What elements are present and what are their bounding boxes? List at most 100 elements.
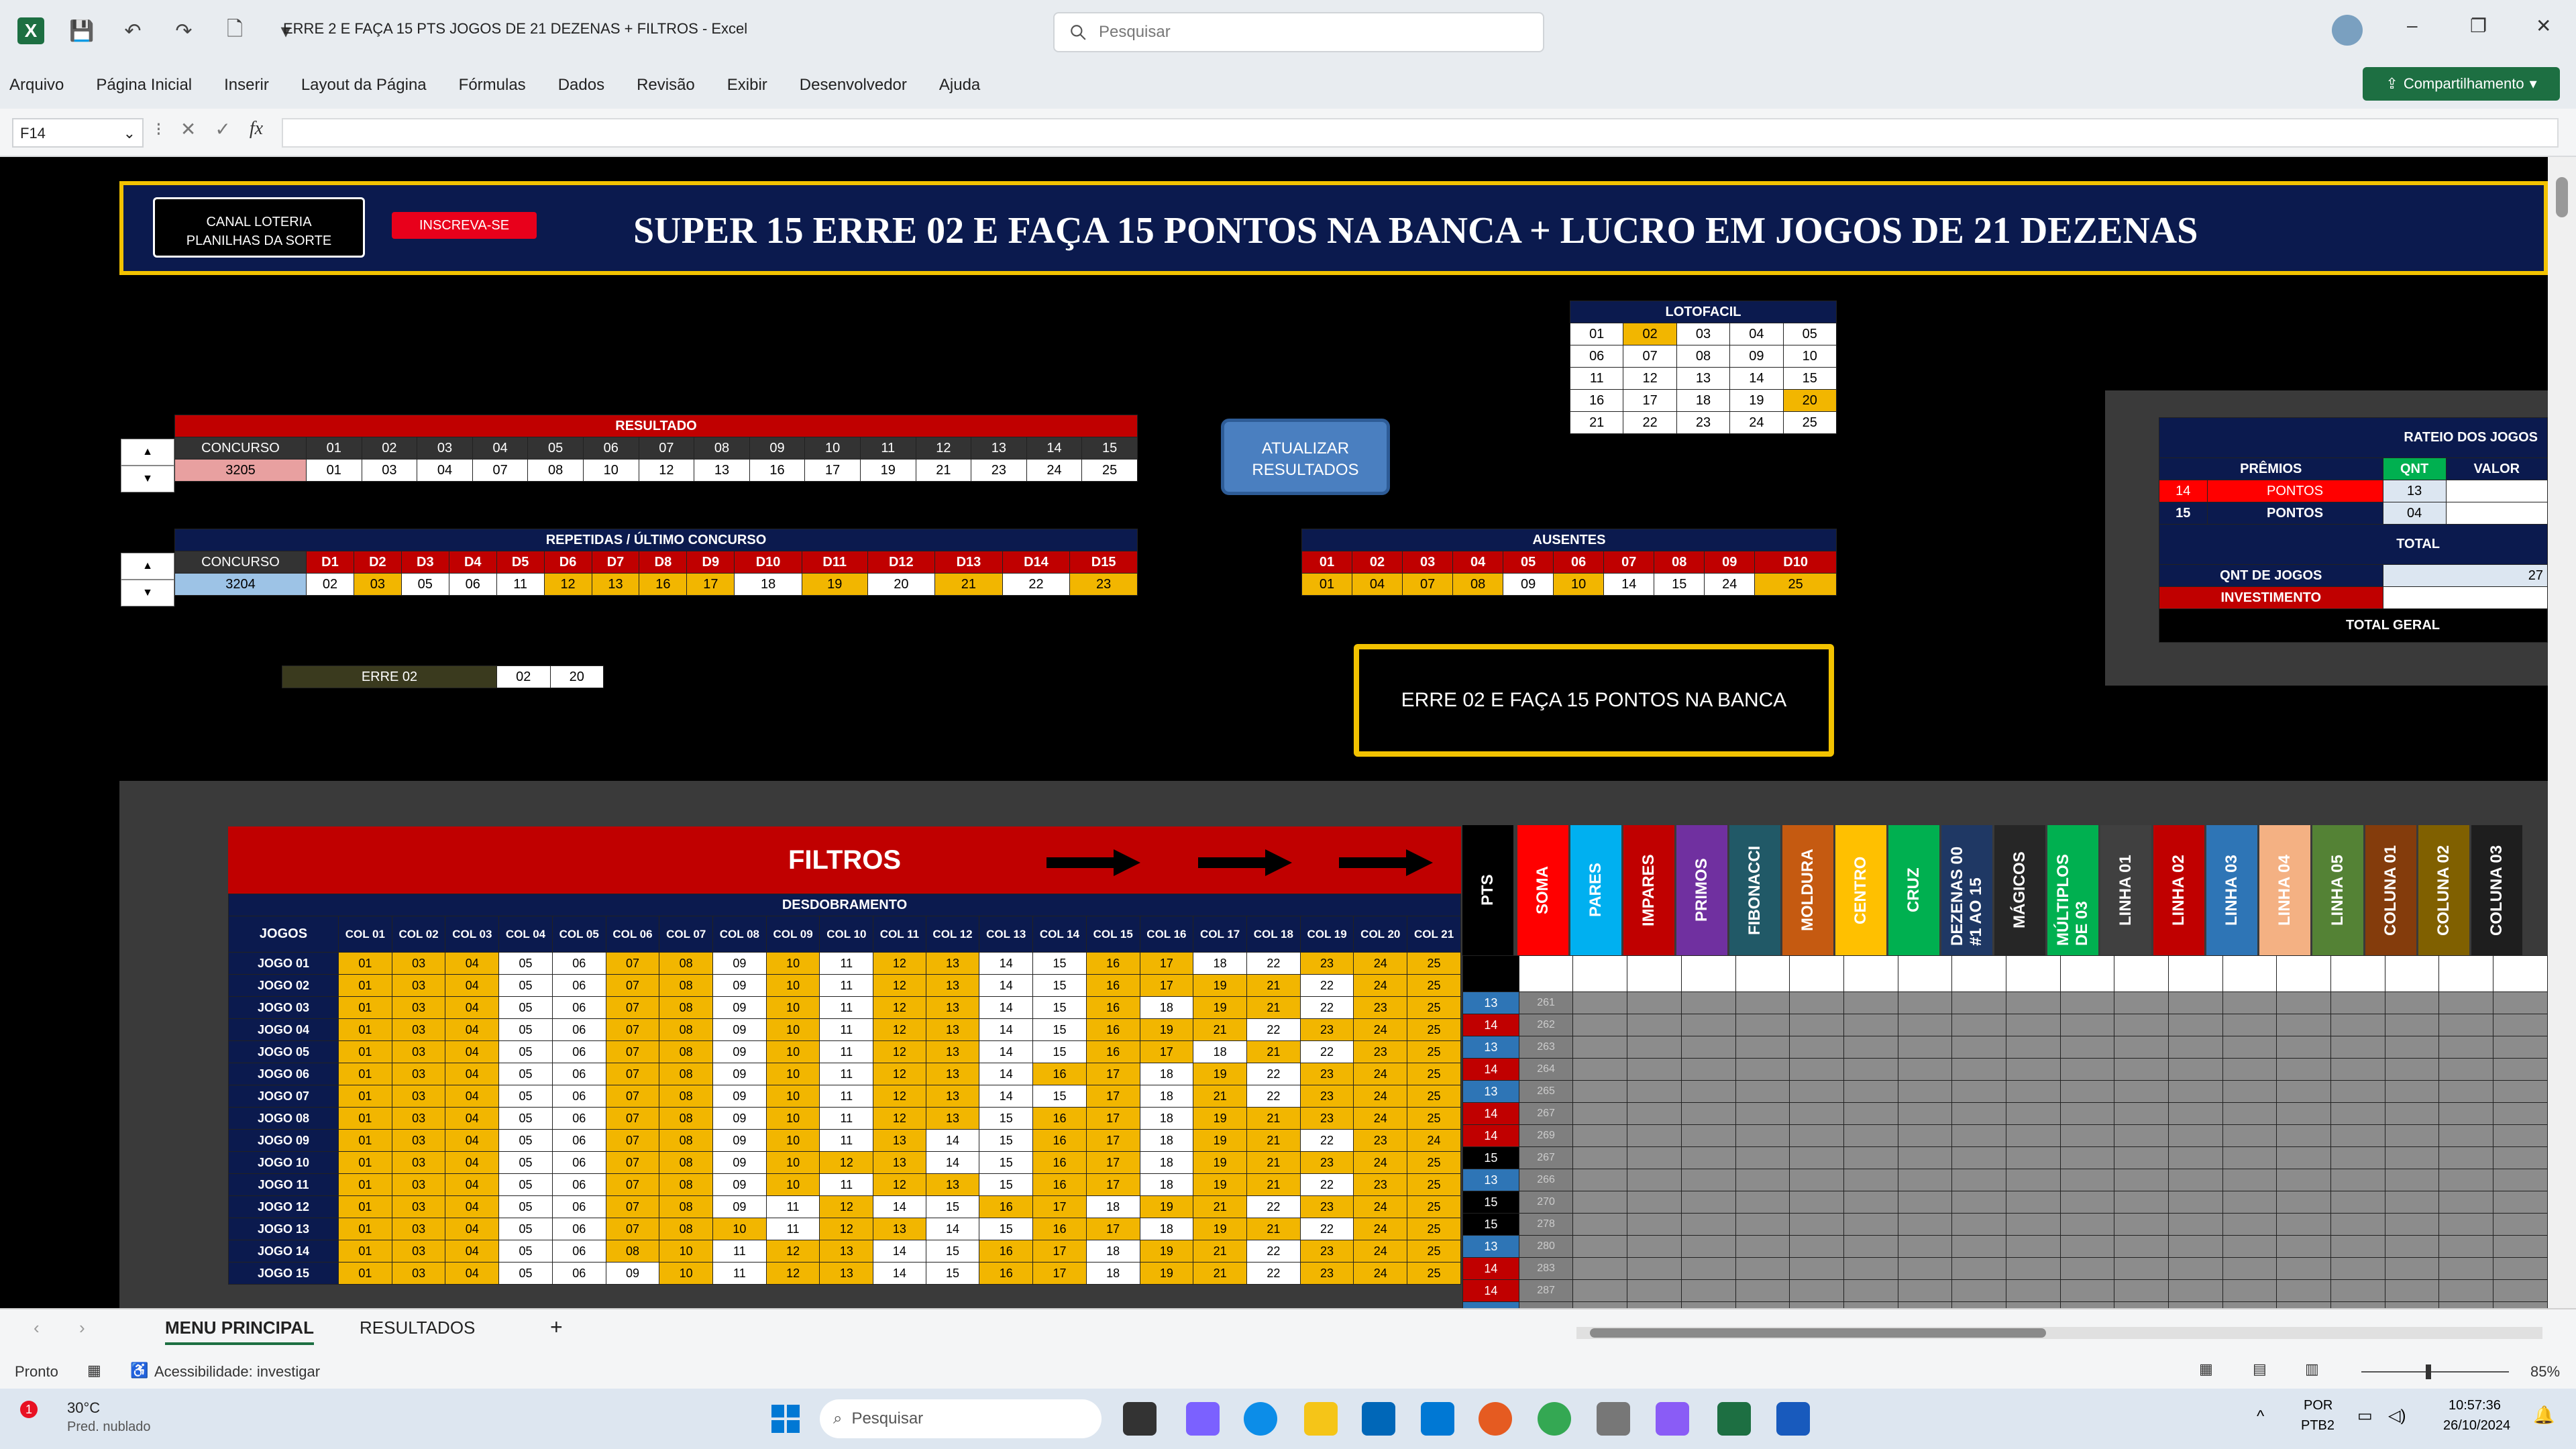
jogo-cell[interactable]: 03 [391, 1018, 446, 1041]
jogo-cell[interactable]: 13 [925, 952, 980, 975]
lotofacil-cell[interactable]: 12 [1623, 367, 1677, 390]
jogo-cell[interactable]: 09 [712, 1085, 767, 1108]
jogo-cell[interactable]: 16 [1032, 1063, 1087, 1085]
jogo-cell[interactable]: 01 [338, 1040, 392, 1063]
jogo-cell[interactable]: 06 [551, 1107, 606, 1130]
col-header[interactable]: COL 17 [1193, 916, 1247, 953]
filter-cell[interactable] [2005, 955, 2061, 992]
jogo-cell[interactable]: 09 [712, 996, 767, 1019]
jogo-cell[interactable]: 04 [445, 1218, 500, 1240]
jogo-cell[interactable]: 09 [712, 1195, 767, 1218]
jogo-cell[interactable]: 06 [551, 952, 606, 975]
jogo-cell[interactable]: 10 [765, 974, 820, 997]
jogo-cell[interactable]: 06 [551, 1218, 606, 1240]
jogo-cell[interactable]: 15 [925, 1262, 980, 1285]
jogo-cell[interactable]: 06 [551, 1063, 606, 1085]
menu-pagina-inicial[interactable]: Página Inicial [96, 76, 192, 95]
filter-cell[interactable] [1735, 955, 1790, 992]
share-button[interactable]: ⇪ Compartilhamento ▾ [2363, 67, 2560, 101]
jogo-cell[interactable]: 11 [819, 1040, 874, 1063]
lotofacil-cell[interactable]: 04 [1729, 323, 1784, 345]
scroll-thumb[interactable] [2556, 177, 2568, 217]
jogo-cell[interactable]: 25 [1407, 1107, 1461, 1130]
erre-value-1[interactable]: 02 [496, 665, 551, 688]
col-header[interactable]: COL 21 [1407, 916, 1461, 953]
resultado-cell[interactable]: 16 [749, 459, 806, 482]
jogo-cell[interactable]: 24 [1353, 974, 1408, 997]
jogo-cell[interactable]: 16 [1085, 1040, 1140, 1063]
col-header[interactable]: COL 11 [873, 916, 926, 953]
lotofacil-cell[interactable]: 05 [1782, 323, 1837, 345]
jogo-cell[interactable]: 17 [1085, 1107, 1140, 1130]
col-header[interactable]: COL 20 [1353, 916, 1408, 953]
repetidas-cell[interactable]: 17 [686, 573, 735, 596]
resultado-cell[interactable]: 03 [361, 459, 418, 482]
filter-cell[interactable] [1462, 955, 1519, 992]
jogo-cell[interactable]: 14 [979, 1018, 1034, 1041]
resultado-cell[interactable]: 24 [1026, 459, 1083, 482]
jogo-cell[interactable]: 16 [1032, 1173, 1087, 1196]
jogo-cell[interactable]: 22 [1246, 1195, 1301, 1218]
filter-cell[interactable] [1789, 955, 1844, 992]
repetidas-cell[interactable]: 02 [306, 573, 354, 596]
investimento-value[interactable] [2382, 586, 2548, 609]
jogo-cell[interactable]: 01 [338, 1129, 392, 1152]
jogo-cell[interactable]: 05 [498, 1240, 553, 1263]
jogo-cell[interactable]: 24 [1353, 1151, 1408, 1174]
resultado-cell[interactable]: 21 [915, 459, 972, 482]
jogo-cell[interactable]: 08 [659, 952, 714, 975]
jogo-cell[interactable]: 19 [1139, 1262, 1194, 1285]
jogo-cell[interactable]: 16 [1032, 1129, 1087, 1152]
lotofacil-cell[interactable]: 24 [1729, 411, 1784, 434]
jogo-cell[interactable]: 23 [1353, 996, 1408, 1019]
resultado-cell[interactable]: 25 [1081, 459, 1138, 482]
jogo-cell[interactable]: 17 [1032, 1262, 1087, 1285]
jogo-cell[interactable]: 08 [659, 974, 714, 997]
col-header[interactable]: COL 13 [979, 916, 1034, 953]
jogo-cell[interactable]: 25 [1407, 1040, 1461, 1063]
jogo-cell[interactable]: 21 [1193, 1085, 1247, 1108]
menu-exibir[interactable]: Exibir [727, 76, 767, 95]
jogo-cell[interactable]: 21 [1246, 974, 1301, 997]
jogo-cell[interactable]: 04 [445, 1063, 500, 1085]
jogo-cell[interactable]: 13 [819, 1262, 874, 1285]
jogo-cell[interactable]: 10 [765, 1040, 820, 1063]
jogo-cell[interactable]: 24 [1353, 1063, 1408, 1085]
lotofacil-cell[interactable]: 08 [1676, 345, 1731, 368]
jogo-cell[interactable]: 10 [712, 1218, 767, 1240]
jogo-cell[interactable]: 08 [659, 1173, 714, 1196]
jogo-cell[interactable]: 08 [659, 996, 714, 1019]
jogo-cell[interactable]: 23 [1299, 1085, 1354, 1108]
repetidas-cell[interactable]: 13 [591, 573, 640, 596]
col-header[interactable]: COL 12 [925, 916, 980, 953]
jogo-cell[interactable]: 17 [1085, 1063, 1140, 1085]
edge-icon[interactable] [1244, 1402, 1277, 1436]
jogo-cell[interactable]: 14 [979, 1085, 1034, 1108]
jogo-cell[interactable]: 24 [1353, 1107, 1408, 1130]
jogo-cell[interactable]: 21 [1246, 1151, 1301, 1174]
jogo-cell[interactable]: 10 [659, 1262, 714, 1285]
ausentes-cell[interactable]: 25 [1754, 573, 1837, 596]
jogo-cell[interactable]: 22 [1299, 996, 1354, 1019]
ausentes-cell[interactable]: 14 [1603, 573, 1655, 596]
jogo-cell[interactable]: 13 [925, 1173, 980, 1196]
language-layout[interactable]: PTB2 [2301, 1418, 2334, 1434]
worksheet-area[interactable]: CANAL LOTERIA PLANILHAS DA SORTE INSCREV… [0, 157, 2548, 1308]
ausentes-cell[interactable]: 04 [1352, 573, 1403, 596]
jogo-cell[interactable]: 15 [1032, 1085, 1087, 1108]
repetidas-cell[interactable]: 19 [801, 573, 868, 596]
jogo-cell[interactable]: 12 [819, 1195, 874, 1218]
jogo-cell[interactable]: 06 [551, 1040, 606, 1063]
jogo-cell[interactable]: 25 [1407, 1151, 1461, 1174]
resultado-cell[interactable]: 13 [694, 459, 750, 482]
jogo-cell[interactable]: 22 [1299, 1129, 1354, 1152]
jogo-cell[interactable]: 14 [925, 1151, 980, 1174]
jogo-cell[interactable]: 22 [1299, 1173, 1354, 1196]
jogo-cell[interactable]: 18 [1139, 1107, 1194, 1130]
lotofacil-cell[interactable]: 07 [1623, 345, 1677, 368]
jogo-cell[interactable]: 15 [979, 1173, 1034, 1196]
jogo-cell[interactable]: 18 [1193, 952, 1247, 975]
jogo-cell[interactable]: 07 [605, 1195, 660, 1218]
jogo-cell[interactable]: 07 [605, 1173, 660, 1196]
jogo-cell[interactable]: 22 [1246, 1085, 1301, 1108]
